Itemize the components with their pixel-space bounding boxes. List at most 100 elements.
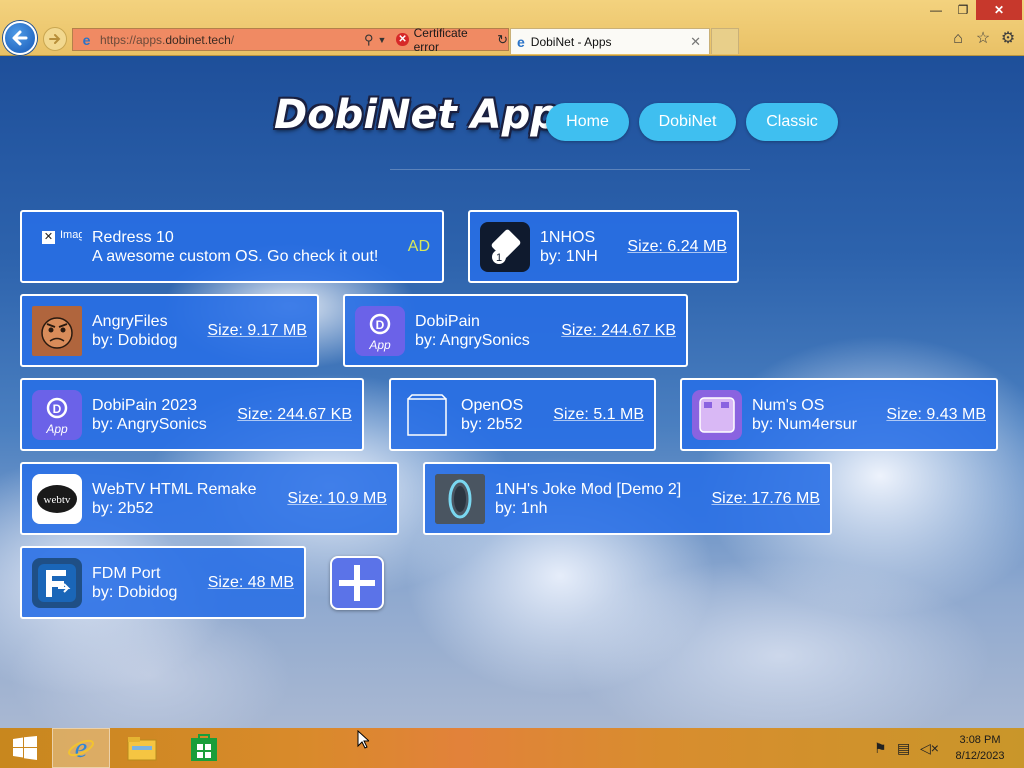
nav-dobinet-button[interactable]: DobiNet xyxy=(639,103,736,141)
close-window-button[interactable]: ✕ xyxy=(976,0,1022,20)
app-author: by: AngrySonics xyxy=(415,332,530,349)
start-button[interactable] xyxy=(0,728,50,768)
certificate-error-label[interactable]: Certificate error xyxy=(414,26,491,54)
1nhos-icon-label: 1 xyxy=(496,252,502,264)
chevron-down-icon[interactable]: ▼ xyxy=(378,35,387,45)
network-icon[interactable]: ▤ xyxy=(897,740,910,757)
new-tab-button[interactable] xyxy=(711,28,739,54)
fdm-port-icon xyxy=(32,558,82,608)
app-name: Num's OS xyxy=(752,397,825,414)
arrow-right-icon xyxy=(49,34,61,44)
app-name: FDM Port xyxy=(92,565,161,582)
taskbar-file-explorer[interactable] xyxy=(113,728,171,768)
svg-text:e: e xyxy=(75,733,87,763)
dobipain-icon-label: App xyxy=(368,338,391,352)
windows-logo-icon xyxy=(13,736,37,760)
restore-button[interactable]: ❐ xyxy=(950,0,976,20)
header-divider xyxy=(390,169,750,170)
app-size: Size: 17.76 MB xyxy=(711,490,821,507)
url-suffix: / xyxy=(230,32,235,47)
home-icon[interactable]: ⌂ xyxy=(948,29,968,49)
minimize-button[interactable]: — xyxy=(922,0,950,20)
broken-image-icon: ✕ Image xyxy=(42,229,82,244)
app-size: Size: 10.9 MB xyxy=(287,490,387,507)
gear-icon[interactable]: ⚙ xyxy=(998,29,1018,49)
ad-card[interactable]: ✕ Image Redress 10 A awesome custom OS. … xyxy=(20,210,444,283)
add-app-button[interactable] xyxy=(330,556,384,610)
angryfiles-icon xyxy=(32,306,82,356)
favorites-star-icon[interactable]: ☆ xyxy=(973,29,993,49)
clock[interactable]: 3:08 PM 8/12/2023 xyxy=(940,732,1020,764)
internet-explorer-icon: e xyxy=(68,733,94,763)
tab-dobinet-apps[interactable]: e DobiNet - Apps ✕ xyxy=(510,28,710,54)
taskbar-internet-explorer[interactable]: e xyxy=(52,728,110,768)
url-domain: dobinet.tech xyxy=(165,32,231,47)
close-tab-icon[interactable]: ✕ xyxy=(690,34,701,50)
nav-home-button[interactable]: Home xyxy=(546,103,629,141)
app-size: Size: 9.17 MB xyxy=(207,322,307,339)
1nhos-icon: 1 xyxy=(480,222,530,272)
app-card[interactable]: AngryFiles by: Dobidog Size: 9.17 MB xyxy=(20,294,319,367)
app-name: 1NH's Joke Mod [Demo 2] xyxy=(495,481,682,498)
action-center-flag-icon[interactable]: ⚑ xyxy=(874,740,887,757)
nav-classic-button[interactable]: Classic xyxy=(746,103,838,141)
joke-mod-icon xyxy=(435,474,485,524)
clock-time: 3:08 PM xyxy=(959,734,1001,746)
app-card[interactable]: OpenOS by: 2b52 Size: 5.1 MB xyxy=(389,378,656,451)
broken-image-alt: Image xyxy=(60,229,82,241)
browser-chrome: e https://apps.dobinet.tech/ ⚲ ▼ ✕ Certi… xyxy=(0,0,1024,56)
address-bar[interactable]: e https://apps.dobinet.tech/ ⚲ ▼ ✕ Certi… xyxy=(72,26,509,54)
app-name: WebTV HTML Remake xyxy=(92,481,257,498)
app-card[interactable]: D App DobiPain 2023 by: AngrySonics Size:… xyxy=(20,378,364,451)
app-size: Size: 6.24 MB xyxy=(627,238,727,255)
app-card[interactable]: FDM Port by: Dobidog Size: 48 MB xyxy=(20,546,306,619)
mouse-pointer-icon xyxy=(357,730,369,749)
taskbar: e ⚑ ▤ ◁× 3:08 PM 8/12/2023 xyxy=(0,728,1024,768)
app-author: by: 1NH xyxy=(540,248,598,265)
svg-text:D: D xyxy=(53,402,62,416)
app-author: by: AngrySonics xyxy=(92,416,207,433)
clock-date: 8/12/2023 xyxy=(955,750,1005,762)
url-text[interactable]: https://apps.dobinet.tech/ xyxy=(100,33,348,47)
url-prefix: https://apps. xyxy=(99,32,166,47)
app-author: by: 2b52 xyxy=(92,500,154,517)
ie-tab-icon: e xyxy=(517,33,525,50)
search-icon[interactable]: ⚲ xyxy=(364,32,374,48)
refresh-icon[interactable]: ↻ xyxy=(497,32,508,48)
app-card[interactable]: D App DobiPain by: AngrySonics Size: 244.… xyxy=(343,294,688,367)
app-card[interactable]: Num's OS by: Num4ersur Size: 9.43 MB xyxy=(680,378,998,451)
plus-icon-vertical xyxy=(354,565,360,601)
openos-icon xyxy=(401,390,451,440)
app-card[interactable]: 1NH's Joke Mod [Demo 2] by: 1nh Size: 17… xyxy=(423,462,832,535)
app-author: by: Dobidog xyxy=(92,584,178,601)
nums-os-icon xyxy=(692,390,742,440)
tab-label: DobiNet - Apps xyxy=(530,34,612,49)
store-icon xyxy=(191,734,217,761)
webtv-icon: webtv xyxy=(32,474,82,524)
volume-muted-icon[interactable]: ◁× xyxy=(920,740,939,757)
app-name: DobiPain xyxy=(415,313,480,330)
ad-badge: AD xyxy=(407,238,430,255)
dobipain-2023-icon: D App xyxy=(32,390,82,440)
taskbar-store[interactable] xyxy=(175,728,233,768)
svg-text:D: D xyxy=(376,318,385,332)
app-author: by: Num4ersur xyxy=(752,416,857,433)
app-size: Size: 244.67 KB xyxy=(561,322,676,339)
app-author: by: 1nh xyxy=(495,500,548,517)
certificate-error-icon[interactable]: ✕ xyxy=(396,33,409,46)
ad-description: A awesome custom OS. Go check it out! xyxy=(92,248,379,265)
webtv-icon-label: webtv xyxy=(44,494,71,506)
site-logo[interactable]: DobiNet Apps xyxy=(274,92,583,138)
folder-icon xyxy=(127,737,157,761)
forward-button[interactable] xyxy=(43,27,67,51)
app-card[interactable]: 1 1NHOS by: 1NH Size: 6.24 MB xyxy=(468,210,739,283)
back-button[interactable] xyxy=(3,21,37,55)
arrow-left-icon xyxy=(12,30,28,46)
app-size: Size: 9.43 MB xyxy=(886,406,986,423)
app-name: AngryFiles xyxy=(92,313,168,330)
page-content: DobiNet Apps Home DobiNet Classic ✕ Imag… xyxy=(0,56,1024,728)
app-name: 1NHOS xyxy=(540,229,596,246)
app-card[interactable]: webtv WebTV HTML Remake by: 2b52 Size: 1… xyxy=(20,462,399,535)
dobipain-icon: D App xyxy=(355,306,405,356)
app-name: OpenOS xyxy=(461,397,524,414)
